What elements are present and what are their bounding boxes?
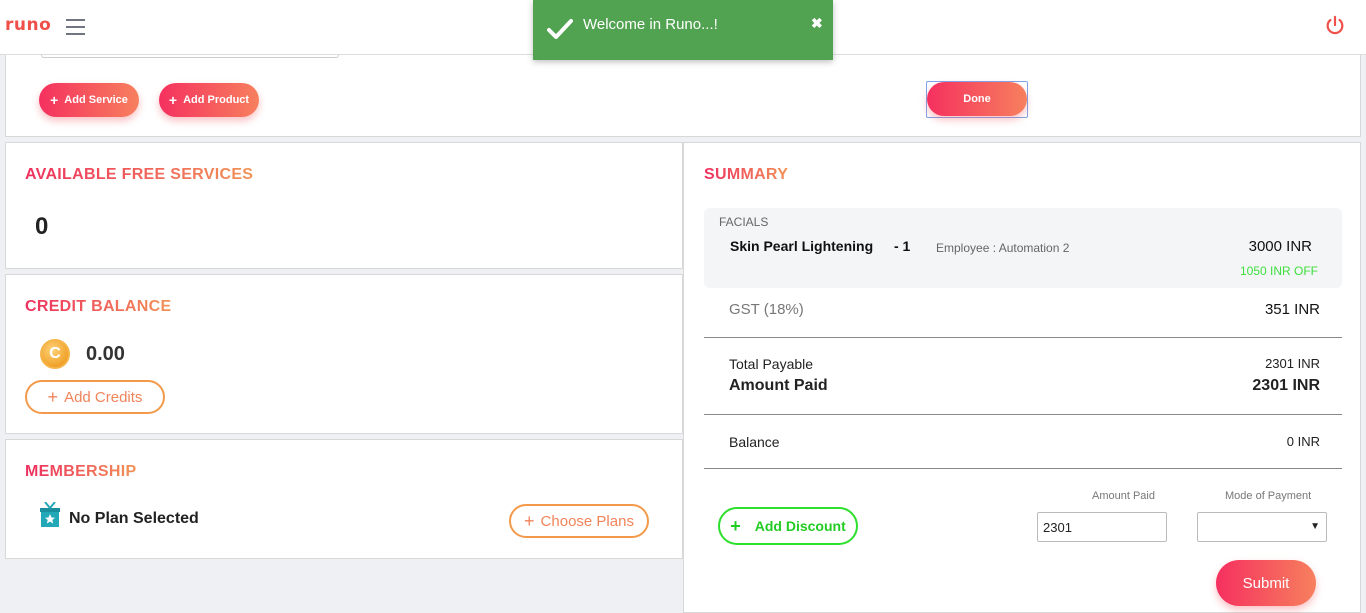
total-payable-value: 2301 INR — [1265, 356, 1320, 371]
divider — [704, 414, 1342, 415]
membership-card: MEMBERSHIP No Plan Selected + Choose Pla… — [5, 439, 683, 559]
plus-icon: + — [50, 92, 59, 108]
divider — [704, 468, 1342, 469]
done-button[interactable]: Done — [927, 82, 1027, 116]
gst-row: GST (18%) 351 INR — [729, 301, 1320, 318]
free-services-title: AVAILABLE FREE SERVICES — [25, 166, 254, 183]
credit-balance-title: CREDIT BALANCE — [25, 298, 172, 315]
free-services-card: AVAILABLE FREE SERVICES 0 — [5, 142, 683, 269]
total-payable-label: Total Payable — [729, 356, 814, 372]
welcome-toast: Welcome in Runo...! ✖ — [533, 0, 833, 60]
mode-of-payment-label: Mode of Payment — [1225, 490, 1312, 502]
gst-value: 351 INR — [1264, 301, 1320, 318]
dropdown-arrow-icon: ▼ — [1310, 521, 1320, 532]
credit-balance-value: 0.00 — [86, 343, 125, 365]
balance-label: Balance — [729, 434, 780, 450]
add-discount-button[interactable]: + Add Discount — [718, 507, 858, 545]
hamburger-icon[interactable] — [66, 19, 85, 35]
summary-title: SUMMARY — [704, 166, 789, 183]
divider — [704, 337, 1342, 338]
choose-plans-label: Choose Plans — [540, 512, 634, 530]
balance-row: Balance 0 INR — [729, 434, 1320, 450]
add-service-button[interactable]: + Add Service — [39, 83, 139, 117]
coin-icon: C — [40, 339, 70, 369]
amount-paid-row: Amount Paid 2301 INR — [729, 377, 1320, 395]
amount-paid-label: Amount Paid — [729, 377, 828, 394]
summary-card: SUMMARY FACIALS Skin Pearl Lightening - … — [683, 142, 1361, 613]
category-label: FACIALS — [719, 215, 769, 229]
service-quantity: - 1 — [894, 238, 911, 254]
amount-paid-input[interactable] — [1037, 512, 1167, 542]
amount-paid-field-label: Amount Paid — [1092, 490, 1155, 502]
submit-button[interactable]: Submit — [1216, 560, 1316, 606]
add-credits-label: Add Credits — [64, 388, 143, 406]
discount-off: 1050 INR OFF — [1239, 264, 1318, 278]
service-name: Skin Pearl Lightening — [730, 238, 874, 254]
total-payable-row: Total Payable 2301 INR — [729, 356, 1320, 372]
close-icon[interactable]: ✖ — [811, 15, 823, 32]
field-edge — [41, 55, 339, 58]
logo[interactable]: runo — [5, 15, 51, 35]
add-discount-label: Add Discount — [754, 518, 846, 534]
gift-icon — [40, 502, 60, 527]
credit-balance-card: CREDIT BALANCE C 0.00 + Add Credits — [5, 274, 683, 434]
add-product-button[interactable]: + Add Product — [159, 83, 259, 117]
membership-plan: No Plan Selected — [69, 510, 199, 527]
amount-paid-value: 2301 INR — [1252, 377, 1320, 394]
summary-line-item: FACIALS Skin Pearl Lightening - 1 Employ… — [704, 208, 1342, 288]
choose-plans-button[interactable]: + Choose Plans — [509, 504, 649, 538]
employee-label: Employee : Automation 2 — [936, 241, 1070, 255]
plus-icon: + — [168, 92, 178, 108]
check-icon — [547, 19, 573, 39]
power-icon[interactable] — [1324, 15, 1346, 37]
service-price: 3000 INR — [1248, 238, 1312, 255]
plus-icon: + — [730, 515, 741, 536]
add-credits-button[interactable]: + Add Credits — [25, 380, 165, 414]
add-product-label: Add Product — [183, 94, 250, 106]
free-services-count: 0 — [35, 213, 49, 240]
toast-message: Welcome in Runo...! — [583, 16, 718, 33]
plus-icon: + — [524, 510, 535, 531]
action-card: + Add Service + Add Product Done — [5, 55, 1361, 137]
membership-title: MEMBERSHIP — [25, 463, 137, 480]
mode-of-payment-select[interactable]: ▼ — [1197, 512, 1327, 542]
balance-value: 0 INR — [1286, 434, 1320, 449]
add-service-label: Add Service — [64, 94, 128, 106]
plus-icon: + — [47, 386, 59, 407]
gst-label: GST (18%) — [729, 301, 804, 318]
